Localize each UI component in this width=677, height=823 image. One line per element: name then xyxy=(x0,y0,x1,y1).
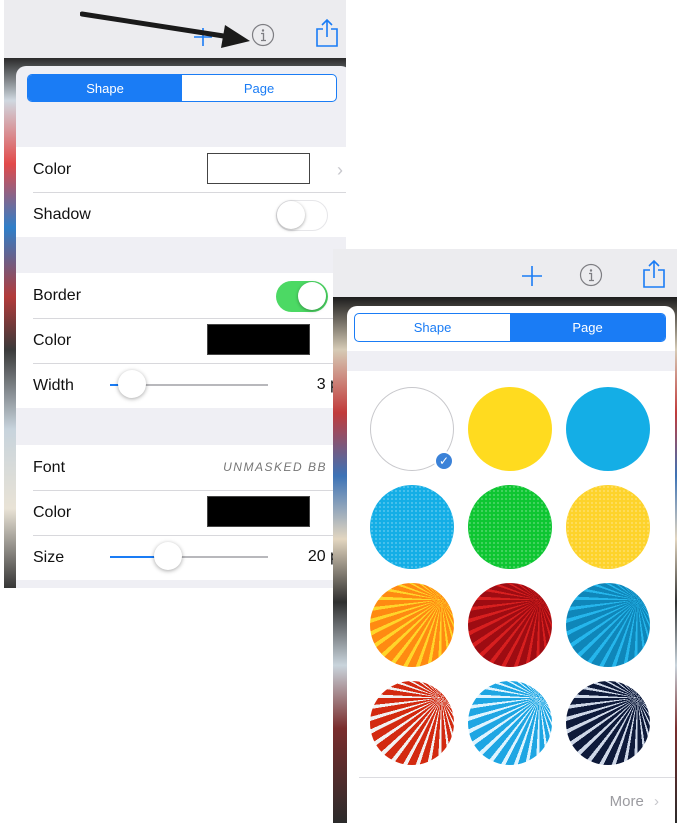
text-size-label: Size xyxy=(33,548,65,566)
chevron-right-icon: › xyxy=(654,793,659,810)
border-color-label: Color xyxy=(33,331,72,349)
border-width-label: Width xyxy=(33,376,74,394)
background-swatch-cyan-dots[interactable] xyxy=(370,485,454,569)
text-color-swatch[interactable] xyxy=(207,496,310,527)
more-divider xyxy=(359,777,675,778)
segment-shape[interactable]: Shape xyxy=(355,314,510,341)
chevron-right-icon: › xyxy=(337,160,343,180)
font-row[interactable]: Font UNMASKED BB › xyxy=(16,445,346,490)
font-label: Font xyxy=(33,458,66,476)
more-label: More xyxy=(609,793,644,810)
toolbar xyxy=(333,249,677,297)
segment-shape[interactable]: Shape xyxy=(28,75,182,101)
shadow-row: Shadow xyxy=(16,192,346,237)
border-color-swatch[interactable] xyxy=(207,324,310,355)
background-swatch-yellow[interactable] xyxy=(468,387,552,471)
popover-divider xyxy=(347,351,675,371)
left-screenshot: Shape Page Color › Shadow Border Color W… xyxy=(4,0,346,588)
text-size-row: Size 20 px xyxy=(16,535,346,580)
segmented-control: Shape Page xyxy=(27,74,337,102)
fill-color-label: Color xyxy=(33,160,72,178)
fill-color-swatch[interactable] xyxy=(207,153,310,184)
add-icon[interactable] xyxy=(520,264,544,293)
info-icon[interactable] xyxy=(579,263,603,292)
format-popover: Shape Page Color › Shadow Border Color W… xyxy=(16,66,346,588)
border-width-slider[interactable] xyxy=(110,370,268,398)
font-value: UNMASKED BB xyxy=(223,460,327,474)
share-icon[interactable] xyxy=(315,18,339,53)
shadow-label: Shadow xyxy=(33,205,91,223)
text-color-row[interactable]: Color › xyxy=(16,490,346,535)
background-swatch-green-dots[interactable] xyxy=(468,485,552,569)
border-toggle[interactable] xyxy=(276,281,328,312)
segment-page[interactable]: Page xyxy=(182,75,336,101)
border-color-row[interactable]: Color › xyxy=(16,318,346,363)
border-width-row: Width 3 px xyxy=(16,363,346,408)
checkmark-icon: ✓ xyxy=(434,451,454,471)
page-popover: Shape Page ✓ More › xyxy=(347,306,675,823)
background-swatch-blue-burst[interactable] xyxy=(566,583,650,667)
shape-group: Color › Shadow xyxy=(16,147,346,237)
border-label: Border xyxy=(33,286,82,304)
background-swatch-red-white-burst[interactable] xyxy=(370,681,454,765)
border-row: Border xyxy=(16,273,346,318)
background-swatch-cyan[interactable] xyxy=(566,387,650,471)
border-group: Border Color › Width 3 px xyxy=(16,273,346,408)
arrow-annotation xyxy=(80,11,250,48)
right-screenshot: Shape Page ✓ More › xyxy=(333,249,677,823)
text-group: Font UNMASKED BB › Color › Size 20 px xyxy=(16,445,346,580)
fill-color-row[interactable]: Color › xyxy=(16,147,346,192)
shadow-toggle[interactable] xyxy=(276,200,328,231)
background-swatch-orange-burst[interactable] xyxy=(370,583,454,667)
background-swatch-navy-burst[interactable] xyxy=(566,681,650,765)
background-swatch-light-blue-burst[interactable] xyxy=(468,681,552,765)
text-size-slider[interactable] xyxy=(110,542,268,570)
more-button[interactable]: More › xyxy=(610,793,659,810)
text-color-label: Color xyxy=(33,503,72,521)
background-swatch-red-burst[interactable] xyxy=(468,583,552,667)
segmented-control: Shape Page xyxy=(354,313,666,342)
background-swatch-yellow-dots[interactable] xyxy=(566,485,650,569)
share-icon[interactable] xyxy=(642,259,666,294)
segment-page[interactable]: Page xyxy=(510,314,665,341)
